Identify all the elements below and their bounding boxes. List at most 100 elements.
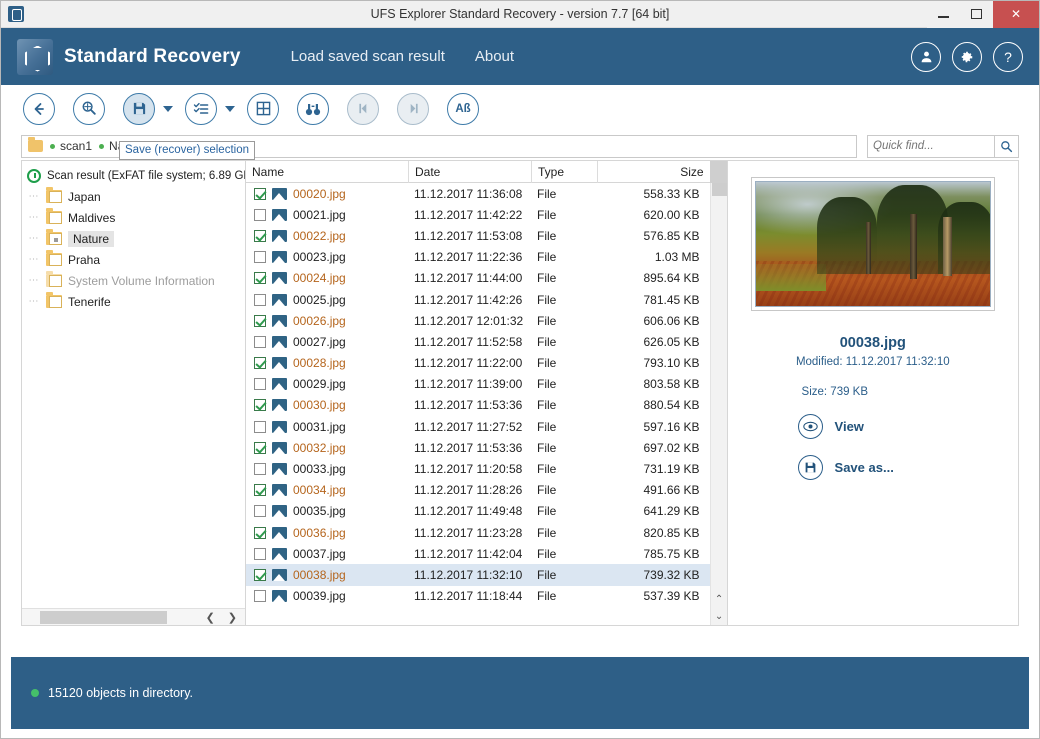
clock-icon <box>27 168 41 183</box>
back-button[interactable] <box>23 92 55 125</box>
table-row[interactable]: 00028.jpg 11.12.2017 11:22:00 File 793.10 K… <box>246 353 710 374</box>
column-header-date[interactable]: Date <box>408 160 531 183</box>
table-row[interactable]: 00021.jpg 11.12.2017 11:42:22 File 620.00 K… <box>246 204 710 225</box>
character-set-icon[interactable]: Aß <box>447 92 479 125</box>
row-checkbox[interactable] <box>254 378 266 391</box>
row-checkbox[interactable] <box>254 568 266 581</box>
tree-item-system-volume-information[interactable]: ⋯ System Volume Information <box>22 270 245 291</box>
maximize-button[interactable] <box>960 0 993 28</box>
tree-item-nature[interactable]: ⋯ Nature <box>22 228 245 249</box>
scroll-right-icon[interactable]: ❯ <box>228 611 237 624</box>
row-checkbox[interactable] <box>254 314 266 327</box>
cell-name: 00028.jpg <box>246 356 408 370</box>
gear-icon[interactable] <box>952 41 982 72</box>
table-row[interactable]: 00020.jpg 11.12.2017 11:36:08 File 558.33 K… <box>246 183 710 204</box>
next-button[interactable] <box>397 92 429 125</box>
save-as-action[interactable]: Save as... <box>797 455 894 480</box>
table-row[interactable]: 00039.jpg 11.12.2017 11:18:44 File 537.39 K… <box>246 586 710 607</box>
window-controls: ✕ <box>927 0 1039 28</box>
scrollbar-arrows: ❮ ❯ <box>206 611 245 624</box>
table-row[interactable]: 00029.jpg 11.12.2017 11:39:00 File 803.58 K… <box>246 374 710 395</box>
file-name-label: 00023.jpg <box>293 250 346 265</box>
column-header-type[interactable]: Type <box>531 160 597 183</box>
row-checkbox[interactable] <box>254 293 266 306</box>
row-checkbox[interactable] <box>254 187 266 200</box>
cell-date: 11.12.2017 11:49:48 <box>414 504 523 519</box>
row-checkbox[interactable] <box>254 505 266 518</box>
scan-button[interactable] <box>73 92 105 125</box>
scroll-left-icon[interactable]: ❮ <box>206 611 215 624</box>
nav-load-saved-scan-result[interactable]: Load saved scan result <box>291 48 445 65</box>
find-button[interactable] <box>297 92 329 125</box>
row-checkbox[interactable] <box>254 526 266 539</box>
tree-item-tenerife[interactable]: ⋯ Tenerife <box>22 291 245 312</box>
minimize-button[interactable] <box>927 0 960 28</box>
row-checkbox[interactable] <box>254 251 266 264</box>
prev-button[interactable] <box>347 92 379 125</box>
file-list-vertical-scrollbar[interactable]: ⌃ ⌄ <box>709 183 728 625</box>
table-row[interactable]: 00037.jpg 11.12.2017 11:42:04 File 785.75 K… <box>246 543 710 564</box>
table-row[interactable]: 00038.jpg 11.12.2017 11:32:10 File 739.32 K… <box>246 564 710 586</box>
table-row[interactable]: 00027.jpg 11.12.2017 11:52:58 File 626.05 K… <box>246 331 710 352</box>
tree-horizontal-scrollbar[interactable]: ❮ ❯ <box>22 608 245 625</box>
table-row[interactable]: 00026.jpg 11.12.2017 12:01:32 File 606.06 K… <box>246 310 710 331</box>
cell-type: File <box>537 546 557 561</box>
save-dropdown-caret-icon[interactable] <box>163 105 173 112</box>
table-row[interactable]: 00033.jpg 11.12.2017 11:20:58 File 731.19 K… <box>246 458 710 479</box>
scrollbar-thumb[interactable] <box>40 610 167 624</box>
search-icon[interactable] <box>995 134 1019 158</box>
tree-root-label: Scan result (ExFAT file system; 6.89 GB … <box>47 169 245 182</box>
row-checkbox[interactable] <box>254 463 266 476</box>
tree-item-japan[interactable]: ⋯ Japan <box>22 186 245 207</box>
row-checkbox[interactable] <box>254 420 266 433</box>
tree-root-scan-result[interactable]: Scan result (ExFAT file system; 6.89 GB … <box>22 165 245 186</box>
row-checkbox[interactable] <box>254 272 266 285</box>
row-checkbox[interactable] <box>254 441 266 454</box>
close-button[interactable]: ✕ <box>993 0 1039 28</box>
row-checkbox[interactable] <box>254 399 266 412</box>
row-checkbox[interactable] <box>254 335 266 348</box>
row-checkbox[interactable] <box>254 208 266 221</box>
scrollbar-thumb[interactable] <box>711 183 727 196</box>
user-icon[interactable] <box>911 41 941 72</box>
table-row[interactable]: 00031.jpg 11.12.2017 11:27:52 File 597.16 K… <box>246 416 710 437</box>
grid-view-button[interactable] <box>247 92 279 125</box>
table-row[interactable]: 00030.jpg 11.12.2017 11:53:36 File 880.54 K… <box>246 395 710 416</box>
selection-list-button[interactable] <box>185 92 217 125</box>
table-row[interactable]: 00025.jpg 11.12.2017 11:42:26 File 781.45 K… <box>246 289 710 310</box>
tree-item-label: System Volume Information <box>68 273 215 288</box>
breadcrumb-item-scan1[interactable]: scan1 <box>50 139 92 153</box>
row-checkbox[interactable] <box>254 357 266 370</box>
cell-name: 00035.jpg <box>246 504 408 518</box>
row-checkbox[interactable] <box>254 590 266 603</box>
view-action[interactable]: View <box>797 414 864 439</box>
row-checkbox[interactable] <box>254 547 266 560</box>
table-row[interactable]: 00023.jpg 11.12.2017 11:22:36 File 1.03 MB <box>246 247 710 268</box>
scroll-up-icon[interactable]: ⌃ <box>711 591 728 608</box>
table-row[interactable]: 00034.jpg 11.12.2017 11:28:26 File 491.66 K… <box>246 480 710 501</box>
image-file-icon <box>272 187 287 200</box>
preview-thumbnail[interactable] <box>750 177 995 311</box>
table-row[interactable]: 00032.jpg 11.12.2017 11:53:36 File 697.02 K… <box>246 437 710 458</box>
nav-about[interactable]: About <box>475 48 514 65</box>
row-checkbox[interactable] <box>254 484 266 497</box>
column-header-size[interactable]: Size <box>597 160 710 183</box>
cell-type: File <box>537 313 557 328</box>
table-row[interactable]: 00022.jpg 11.12.2017 11:53:08 File 576.85 K… <box>246 225 710 246</box>
tree-item-maldives[interactable]: ⋯ Maldives <box>22 207 245 228</box>
tree-item-praha[interactable]: ⋯ Praha <box>22 249 245 270</box>
quick-find-field[interactable] <box>867 134 995 158</box>
table-row[interactable]: 00036.jpg 11.12.2017 11:23:28 File 820.85 K… <box>246 522 710 543</box>
table-row[interactable]: 00024.jpg 11.12.2017 11:44:00 File 895.64 K… <box>246 268 710 289</box>
row-checkbox[interactable] <box>254 229 266 242</box>
selection-list-dropdown-caret-icon[interactable] <box>225 105 235 112</box>
search-input[interactable] <box>873 140 994 152</box>
scroll-down-icon[interactable]: ⌄ <box>711 608 728 625</box>
table-row[interactable]: 00035.jpg 11.12.2017 11:49:48 File 641.29 K… <box>246 501 710 522</box>
cell-size: 731.19 KB <box>643 462 700 477</box>
file-name-label: 00026.jpg <box>293 313 346 328</box>
column-header-name[interactable]: Name <box>246 161 408 183</box>
save-selection-button[interactable] <box>123 92 155 125</box>
preview-file-name: 00038.jpg <box>839 335 906 351</box>
help-icon[interactable]: ? <box>993 41 1023 72</box>
